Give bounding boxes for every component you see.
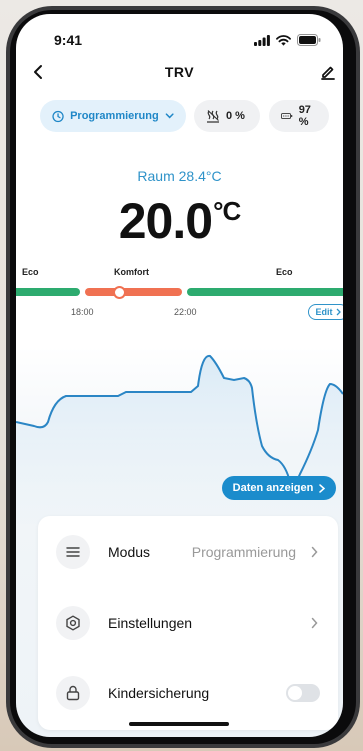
hexagon-settings-icon (66, 615, 80, 631)
status-time: 9:41 (54, 32, 83, 48)
schedule-time-end: 22:00 (174, 307, 197, 317)
chevron-right-icon (311, 546, 318, 558)
edit-schedule-button[interactable]: Edit (308, 304, 343, 320)
show-data-button[interactable]: Daten anzeigen (222, 476, 336, 500)
battery-level-icon (281, 113, 293, 119)
edit-pencil-icon[interactable] (320, 64, 336, 80)
edit-schedule-label: Edit (315, 307, 333, 317)
setpoint-unit: °C (213, 196, 241, 226)
lock-icon-wrap (56, 676, 90, 710)
current-time-marker (113, 286, 126, 299)
humidity-value: 0 % (226, 110, 245, 122)
wifi-icon (276, 34, 291, 46)
modus-value: Programmierung (191, 544, 296, 560)
menu-lines-icon (66, 547, 80, 557)
chevron-down-icon (165, 113, 174, 119)
chevron-right-icon (336, 308, 341, 316)
battery-icon (297, 34, 321, 46)
clock-icon (52, 110, 64, 122)
mode-selector-label: Programmierung (70, 110, 159, 122)
setpoint-value: 20.0 (118, 193, 213, 249)
humidity-chip: 0 % (194, 100, 260, 132)
menu-icon-wrap (56, 535, 90, 569)
schedule-time-start: 18:00 (71, 307, 94, 317)
home-indicator (129, 722, 229, 726)
battery-chip: 97 % (269, 100, 329, 132)
einstellungen-row[interactable]: Einstellungen (38, 598, 338, 648)
settings-panel: Modus Programmierung Einstellungen Kinde… (38, 516, 338, 730)
schedule-bar-eco-right (187, 288, 343, 296)
schedule-label-komfort: Komfort (114, 267, 149, 277)
cellular-signal-icon (254, 34, 270, 46)
einstellungen-label: Einstellungen (108, 615, 193, 631)
battery-value: 97 % (298, 104, 311, 128)
status-icons (254, 34, 321, 46)
mode-selector[interactable]: Programmierung (40, 100, 186, 132)
room-temperature: Raum 28.4°C (137, 168, 222, 184)
app-screen: 9:41 TRV Programmierung 0 % 97 % Raum 28… (16, 14, 343, 737)
chevron-right-icon (319, 483, 326, 493)
settings-icon-wrap (56, 606, 90, 640)
schedule-label-eco-right: Eco (276, 267, 293, 277)
schedule-label-eco-left: Eco (22, 267, 39, 277)
schedule-bar-eco-left (16, 288, 80, 296)
page-title: TRV (164, 64, 195, 80)
modus-label: Modus (108, 544, 151, 560)
heat-waves-icon (207, 109, 219, 123)
kindersicherung-row: Kindersicherung (38, 668, 338, 718)
kindersicherung-label: Kindersicherung (108, 685, 210, 701)
chevron-right-icon (311, 617, 318, 629)
modus-row[interactable]: Modus Programmierung (38, 527, 338, 577)
lock-icon (66, 685, 80, 701)
show-data-label: Daten anzeigen (232, 482, 314, 494)
setpoint-temperature: 20.0°C (16, 192, 343, 250)
kindersicherung-toggle[interactable] (286, 684, 320, 702)
schedule-bar-komfort (85, 288, 182, 296)
